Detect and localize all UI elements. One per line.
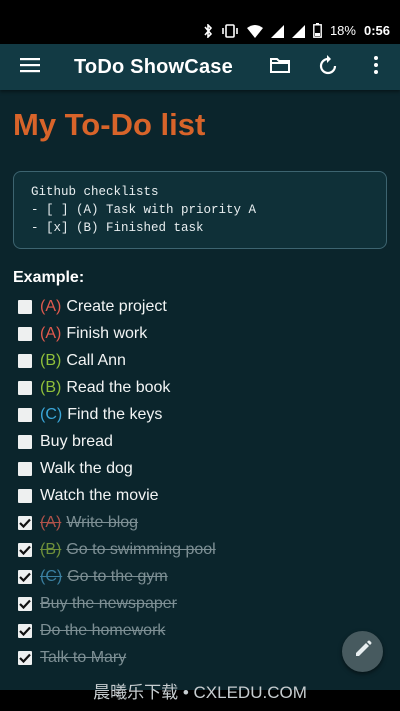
task-item[interactable]: Buy the newspaper (13, 590, 387, 617)
task-item[interactable]: (B) Go to swimming pool (13, 536, 387, 563)
vibrate-icon (221, 24, 239, 38)
task-item[interactable]: Do the homework (13, 617, 387, 644)
checkbox-unchecked[interactable] (18, 299, 32, 314)
checkbox-unchecked[interactable] (18, 434, 32, 449)
battery-icon (313, 23, 322, 38)
app-title: ToDo ShowCase (74, 55, 233, 78)
task-item[interactable]: (C) Find the keys (13, 401, 387, 428)
task-priority: (B) (40, 378, 62, 396)
clock: 0:56 (363, 23, 390, 38)
checkbox-unchecked[interactable] (18, 407, 32, 422)
task-text: Find the keys (67, 405, 163, 423)
task-item[interactable]: Watch the movie (13, 482, 387, 509)
folder-icon (270, 57, 290, 78)
checkbox-checked[interactable] (18, 542, 32, 557)
signal-icon (270, 25, 284, 38)
checkbox-checked[interactable] (18, 650, 32, 665)
task-text: Talk to Mary (40, 648, 127, 666)
task-text: Watch the movie (40, 486, 159, 504)
document-view: My To-Do list Github checklists - [ ] (A… (0, 90, 400, 690)
task-priority: (B) (40, 540, 62, 558)
checkbox-checked[interactable] (18, 596, 32, 611)
refresh-icon (319, 54, 337, 80)
app-screen: 18% 0:56 ToDo ShowCase My To-Do list Git… (0, 0, 400, 711)
open-folder-button[interactable] (256, 44, 304, 90)
task-priority: (B) (40, 351, 62, 369)
bluetooth-icon (203, 24, 213, 38)
checkbox-unchecked[interactable] (18, 380, 32, 395)
task-text: Call Ann (66, 351, 126, 369)
code-line: - [x] (B) Finished task (31, 221, 204, 235)
task-item[interactable]: (C) Go to the gym (13, 563, 387, 590)
wifi-icon (246, 25, 263, 38)
task-priority: (C) (40, 567, 63, 585)
example-label: Example: (13, 269, 85, 286)
task-priority: (A) (40, 324, 62, 342)
task-list: (A) Create project (A) Finish work (B) Call A… (13, 293, 387, 671)
reload-button[interactable] (304, 44, 352, 90)
task-item[interactable]: (A) Create project (13, 293, 387, 320)
edit-pencil-icon (354, 640, 372, 663)
task-text: Walk the dog (40, 459, 133, 477)
task-item[interactable]: (B) Call Ann (13, 347, 387, 374)
watermark-text: 晨曦乐下载 • CXLEDU.COM (93, 683, 307, 702)
code-line: - [ ] (A) Task with priority A (31, 203, 257, 217)
task-item[interactable]: (A) Finish work (13, 320, 387, 347)
menu-icon (20, 57, 40, 78)
overflow-menu-button[interactable] (352, 44, 400, 90)
edit-button[interactable] (342, 631, 383, 672)
task-text: Do the homework (40, 621, 166, 639)
task-text: Buy the newspaper (40, 594, 177, 612)
checkbox-unchecked[interactable] (18, 326, 32, 341)
checkbox-unchecked[interactable] (18, 461, 32, 476)
task-text: Buy bread (40, 432, 113, 450)
checkbox-unchecked[interactable] (18, 488, 32, 503)
task-text: Create project (66, 297, 167, 315)
checkbox-unchecked[interactable] (18, 353, 32, 368)
task-item[interactable]: Buy bread (13, 428, 387, 455)
task-priority: (C) (40, 405, 63, 423)
task-priority: (A) (40, 513, 62, 531)
code-line: Github checklists (31, 185, 159, 199)
task-item[interactable]: (B) Read the book (13, 374, 387, 401)
task-item[interactable]: Talk to Mary (13, 644, 387, 671)
task-item[interactable]: (A) Write blog (13, 509, 387, 536)
more-vert-icon (374, 55, 378, 79)
checkbox-checked[interactable] (18, 569, 32, 584)
status-bar: 18% 0:56 (0, 0, 400, 44)
task-text: Finish work (66, 324, 148, 342)
code-block: Github checklists - [ ] (A) Task with pr… (13, 171, 387, 249)
task-priority: (A) (40, 297, 62, 315)
signal-icon (291, 25, 305, 38)
task-item[interactable]: Walk the dog (13, 455, 387, 482)
task-text: Go to the gym (67, 567, 168, 585)
task-text: Go to swimming pool (66, 540, 216, 558)
checkbox-checked[interactable] (18, 515, 32, 530)
menu-button[interactable] (0, 44, 60, 90)
task-text: Write blog (66, 513, 139, 531)
app-bar: ToDo ShowCase (0, 44, 400, 90)
checkbox-checked[interactable] (18, 623, 32, 638)
page-heading: My To-Do list (13, 107, 206, 142)
battery-percent: 18% (329, 23, 356, 38)
task-text: Read the book (66, 378, 171, 396)
